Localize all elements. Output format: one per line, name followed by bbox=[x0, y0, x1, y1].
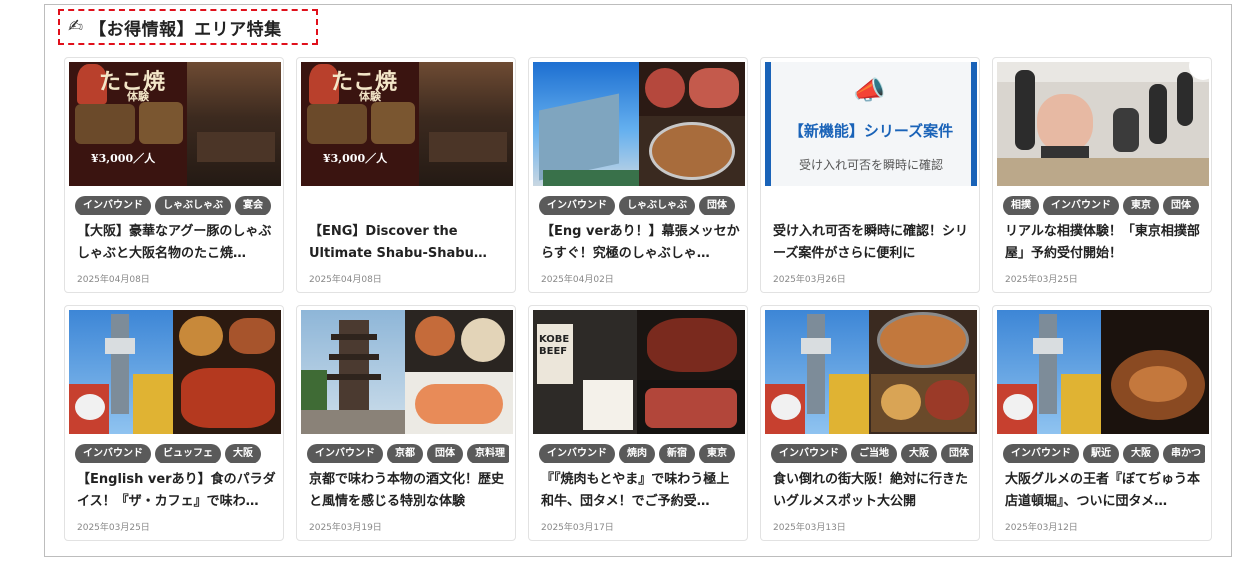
tag-badge[interactable]: 宴会 bbox=[235, 196, 271, 215]
tag-list: インバウンド 焼肉 新宿 東京 bbox=[539, 441, 741, 463]
tag-badge[interactable]: 団体 bbox=[699, 196, 735, 215]
article-title[interactable]: 【English verあり】食のパラダイス！『ザ・カフェ』で味わ… bbox=[77, 469, 277, 513]
tag-badge[interactable]: 東京 bbox=[699, 444, 735, 463]
tag-badge[interactable]: インバウンド bbox=[771, 444, 847, 463]
article-date: 2025年03月26日 bbox=[773, 275, 846, 285]
article-date: 2025年04月08日 bbox=[77, 275, 150, 285]
article-thumbnail[interactable] bbox=[69, 310, 281, 434]
tag-badge[interactable]: 大阪 bbox=[901, 444, 937, 463]
article-card[interactable]: インバウンド ご当地 大阪 団体 食い倒れの街大阪！絶対に行きたいグルメスポット大公開… bbox=[760, 305, 980, 541]
tag-badge[interactable]: 東京 bbox=[1123, 196, 1159, 215]
article-date: 2025年03月25日 bbox=[1005, 275, 1078, 285]
tag-badge[interactable]: 京料理 bbox=[467, 444, 509, 463]
article-thumbnail[interactable]: たこ焼 体験 ¥3,000／人 bbox=[301, 62, 513, 186]
article-card[interactable]: たこ焼 体験 ¥3,000／人 【ENG】Discover the Ultima… bbox=[296, 57, 516, 293]
article-date: 2025年03月17日 bbox=[541, 523, 614, 533]
tag-badge[interactable]: インバウンド bbox=[1043, 196, 1119, 215]
tag-badge[interactable]: インバウンド bbox=[75, 196, 151, 215]
article-thumbnail[interactable]: たこ焼 体験 ¥3,000／人 bbox=[69, 62, 281, 186]
tag-badge[interactable]: 串かつ bbox=[1163, 444, 1205, 463]
article-title[interactable]: 京都で味わう本物の酒文化！歴史と風情を感じる特別な体験 bbox=[309, 469, 509, 513]
pencil-hand-icon: ✍ bbox=[68, 16, 84, 37]
tag-badge[interactable]: インバウンド bbox=[75, 444, 151, 463]
article-card[interactable]: KOBE BEEF インバウンド 焼肉 新宿 東京 『『焼肉もとやま』で味わう極上和牛… bbox=[528, 305, 748, 541]
tag-list: インバウンド ビュッフェ 大阪 bbox=[75, 441, 277, 463]
tag-badge[interactable]: インバウンド bbox=[1003, 444, 1079, 463]
tag-badge[interactable]: ご当地 bbox=[851, 444, 897, 463]
article-title[interactable]: 【ENG】Discover the Ultimate Shabu-Shabu a… bbox=[309, 221, 509, 265]
article-thumbnail[interactable]: 📣 【新機能】シリーズ案件 受け入れ可否を瞬時に確認 bbox=[765, 62, 977, 186]
article-title[interactable]: 大阪グルメの王者『ぼてぢゅう本店道頓堀』、ついに団タメ… bbox=[1005, 469, 1205, 513]
tag-list bbox=[307, 193, 509, 215]
tag-list: インバウンド しゃぶしゃぶ 宴会 bbox=[75, 193, 277, 215]
article-date: 2025年03月12日 bbox=[1005, 523, 1078, 533]
tag-badge[interactable]: 団体 bbox=[941, 444, 973, 463]
article-card[interactable]: 📣 【新機能】シリーズ案件 受け入れ可否を瞬時に確認 受け入れ可否を瞬時に確認！… bbox=[760, 57, 980, 293]
image-headline: 【新機能】シリーズ案件 bbox=[788, 122, 954, 140]
tag-badge[interactable]: 団体 bbox=[1163, 196, 1199, 215]
tag-list: インバウンド 京都 団体 京料理 bbox=[307, 441, 509, 463]
tag-list: インバウンド ご当地 大阪 団体 bbox=[771, 441, 973, 463]
article-thumbnail[interactable] bbox=[997, 310, 1209, 434]
tag-badge[interactable]: 新宿 bbox=[659, 444, 695, 463]
megaphone-icon: 📣 bbox=[853, 76, 886, 106]
article-card[interactable]: インバウンド ビュッフェ 大阪 【English verあり】食のパラダイス！『ザ・… bbox=[64, 305, 284, 541]
article-card[interactable]: たこ焼 体験 ¥3,000／人 インバウンド しゃぶしゃぶ 宴会 【大阪】豪華なアグ… bbox=[64, 57, 284, 293]
image-subline: 受け入れ可否を瞬時に確認 bbox=[798, 158, 943, 172]
article-card[interactable]: インバウンド 京都 団体 京料理 京都で味わう本物の酒文化！歴史と風情を感じる特別な体… bbox=[296, 305, 516, 541]
article-thumbnail[interactable] bbox=[301, 310, 513, 434]
tag-badge[interactable]: 大阪 bbox=[225, 444, 261, 463]
tag-badge[interactable]: 大阪 bbox=[1123, 444, 1159, 463]
article-thumbnail[interactable] bbox=[533, 62, 745, 186]
section-title: ✍ 【お得情報】エリア特集 bbox=[58, 9, 318, 45]
article-thumbnail[interactable] bbox=[765, 310, 977, 434]
article-date: 2025年03月25日 bbox=[77, 523, 150, 533]
tag-list: インバウンド 駅近 大阪 串かつ bbox=[1003, 441, 1205, 463]
article-card[interactable]: インバウンド 駅近 大阪 串かつ 大阪グルメの王者『ぼてぢゅう本店道頓堀』、ついに団タ… bbox=[992, 305, 1212, 541]
article-title[interactable]: 【Eng verあり！】幕張メッセからすぐ！究極のしゃぶしゃ… bbox=[541, 221, 741, 265]
tag-badge[interactable]: 京都 bbox=[387, 444, 423, 463]
image-sign: KOBE BEEF bbox=[539, 334, 570, 357]
article-title[interactable]: リアルな相撲体験！「東京相撲部屋」予約受付開始！ bbox=[1005, 221, 1205, 265]
section-title-text: 【お得情報】エリア特集 bbox=[89, 19, 282, 40]
article-date: 2025年03月13日 bbox=[773, 523, 846, 533]
article-card[interactable]: インバウンド しゃぶしゃぶ 団体 【Eng verあり！】幕張メッセからすぐ！究極の… bbox=[528, 57, 748, 293]
article-date: 2025年04月02日 bbox=[541, 275, 614, 285]
article-title[interactable]: 受け入れ可否を瞬時に確認！シリーズ案件がさらに便利に bbox=[773, 221, 973, 265]
tag-badge[interactable]: 団体 bbox=[427, 444, 463, 463]
article-title[interactable]: 『『焼肉もとやま』で味わう極上和牛、団タメ！でご予約受… bbox=[541, 469, 741, 513]
tag-badge[interactable]: ビュッフェ bbox=[155, 444, 221, 463]
article-thumbnail[interactable]: KOBE BEEF bbox=[533, 310, 745, 434]
tag-list bbox=[771, 193, 973, 215]
article-date: 2025年03月19日 bbox=[309, 523, 382, 533]
article-title[interactable]: 食い倒れの街大阪！絶対に行きたいグルメスポット大公開 bbox=[773, 469, 973, 513]
article-card[interactable]: 相撲 インバウンド 東京 団体 リアルな相撲体験！「東京相撲部屋」予約受付開始！ 20… bbox=[992, 57, 1212, 293]
tag-badge[interactable]: 相撲 bbox=[1003, 196, 1039, 215]
tag-badge[interactable]: インバウンド bbox=[539, 444, 615, 463]
tag-badge[interactable]: 駅近 bbox=[1083, 444, 1119, 463]
tag-badge[interactable]: インバウンド bbox=[539, 196, 615, 215]
article-date: 2025年04月08日 bbox=[309, 275, 382, 285]
tag-list: インバウンド しゃぶしゃぶ 団体 bbox=[539, 193, 741, 215]
tag-badge[interactable]: 焼肉 bbox=[619, 444, 655, 463]
tag-badge[interactable]: しゃぶしゃぶ bbox=[155, 196, 231, 215]
article-title[interactable]: 【大阪】豪華なアグー豚のしゃぶしゃぶと大阪名物のたこ焼… bbox=[77, 221, 277, 265]
image-price: ¥3,000／人 bbox=[91, 152, 156, 165]
tag-list: 相撲 インバウンド 東京 団体 bbox=[1003, 193, 1205, 215]
image-price: ¥3,000／人 bbox=[323, 152, 388, 165]
tag-badge[interactable]: インバウンド bbox=[307, 444, 383, 463]
tag-badge[interactable]: しゃぶしゃぶ bbox=[619, 196, 695, 215]
article-thumbnail[interactable] bbox=[997, 62, 1209, 186]
